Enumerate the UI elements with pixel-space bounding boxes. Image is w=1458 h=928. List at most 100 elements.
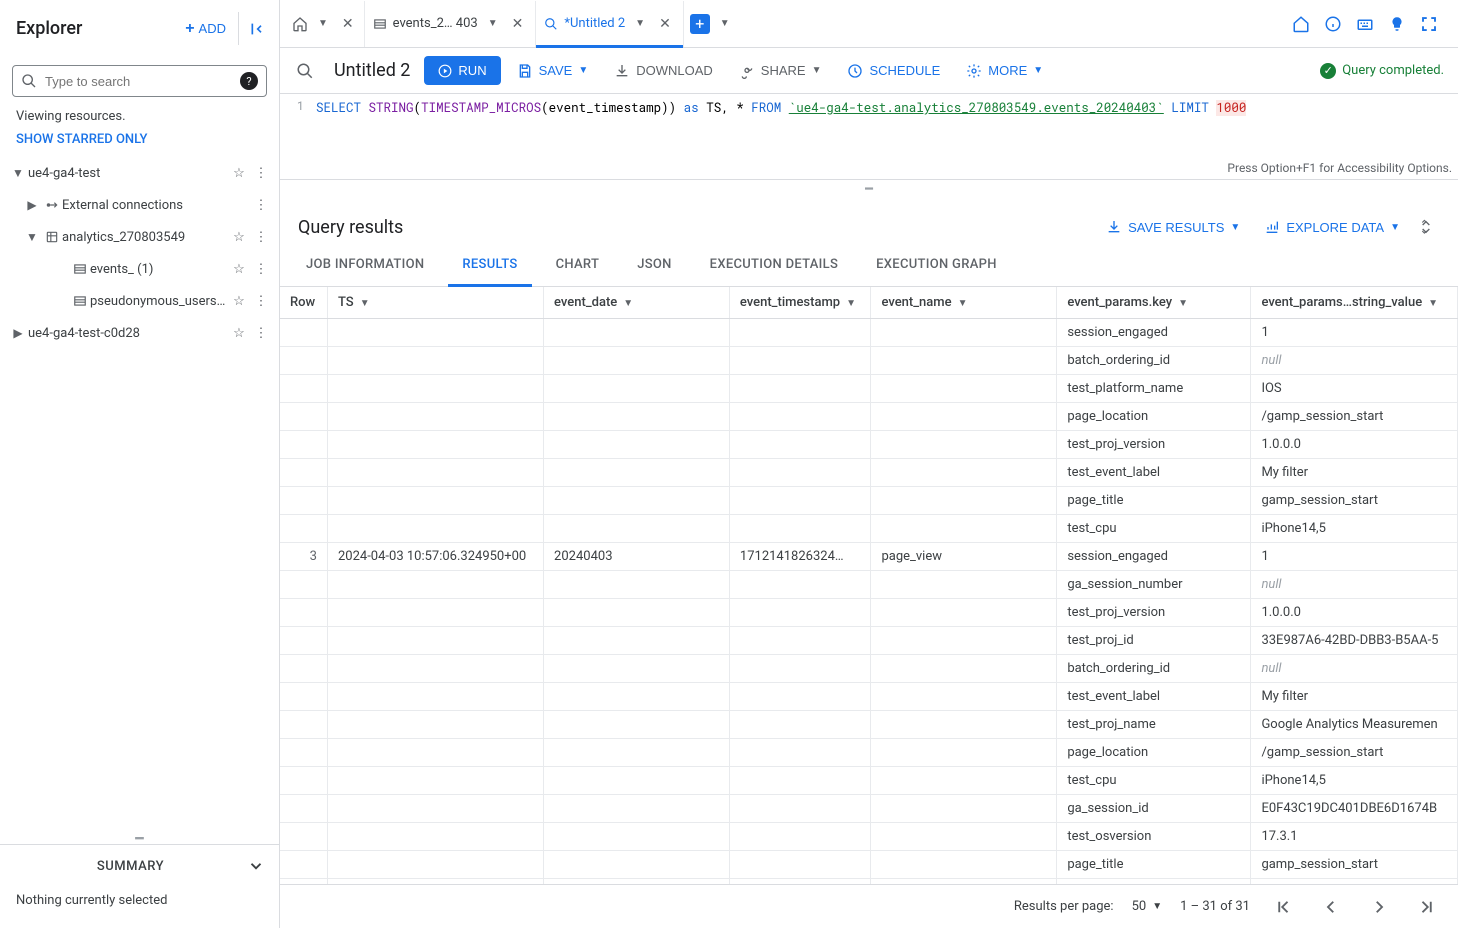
- cell[interactable]: [327, 627, 543, 655]
- cell[interactable]: 20240403: [544, 543, 730, 571]
- cell[interactable]: [544, 767, 730, 795]
- more-icon[interactable]: ⋮: [251, 198, 271, 213]
- cell[interactable]: [544, 571, 730, 599]
- cell[interactable]: [544, 655, 730, 683]
- cell[interactable]: null: [1251, 571, 1458, 599]
- add-tab-button[interactable]: +: [690, 14, 710, 34]
- table-row[interactable]: batch_ordering_idnull: [280, 347, 1458, 375]
- home-outline-icon[interactable]: [1292, 14, 1310, 34]
- tab-events[interactable]: events_2… 403 ▼ ✕: [365, 1, 537, 47]
- cell[interactable]: [544, 431, 730, 459]
- cell[interactable]: page_location: [1057, 739, 1251, 767]
- collapse-sidebar-icon[interactable]: [238, 12, 275, 45]
- tab-dropdown-icon[interactable]: ▼: [631, 18, 649, 29]
- cell[interactable]: [544, 823, 730, 851]
- tab-job-info[interactable]: JOB INFORMATION: [292, 245, 438, 286]
- cell[interactable]: test_proj_id: [1057, 627, 1251, 655]
- table-row[interactable]: session_engaged1: [280, 319, 1458, 347]
- cell[interactable]: test_proj_version: [1057, 599, 1251, 627]
- cell[interactable]: [280, 823, 327, 851]
- sort-icon[interactable]: ▼: [846, 298, 856, 309]
- download-button[interactable]: DOWNLOAD: [604, 57, 723, 85]
- cell[interactable]: [871, 851, 1057, 879]
- cell[interactable]: [280, 599, 327, 627]
- table-row[interactable]: test_proj_version1.0.0.0: [280, 431, 1458, 459]
- tab-json[interactable]: JSON: [623, 245, 685, 286]
- fullscreen-icon[interactable]: [1420, 14, 1438, 34]
- cell[interactable]: [544, 739, 730, 767]
- cell[interactable]: [327, 739, 543, 767]
- table-row[interactable]: test_event_labelMy filter: [280, 683, 1458, 711]
- close-icon[interactable]: ✕: [508, 12, 528, 36]
- cell[interactable]: [729, 823, 871, 851]
- table-row[interactable]: test_event_labelMy filter: [280, 459, 1458, 487]
- cell[interactable]: [871, 403, 1057, 431]
- cell[interactable]: page_view: [871, 543, 1057, 571]
- cell[interactable]: 1.0.0.0: [1251, 599, 1458, 627]
- more-icon[interactable]: ⋮: [251, 262, 271, 277]
- sql-editor[interactable]: 1 SELECT STRING(TIMESTAMP_MICROS(event_t…: [280, 94, 1458, 180]
- tab-results[interactable]: RESULTS: [448, 245, 531, 287]
- show-starred-link[interactable]: SHOW STARRED ONLY: [0, 128, 279, 157]
- cell[interactable]: page_title: [1057, 851, 1251, 879]
- expand-results-icon[interactable]: [1412, 213, 1440, 241]
- more-button[interactable]: MORE▼: [956, 57, 1053, 85]
- save-results-button[interactable]: SAVE RESULTS▼: [1094, 213, 1252, 241]
- cell[interactable]: [544, 459, 730, 487]
- col-params-key[interactable]: event_params.key▼: [1057, 287, 1251, 319]
- tree-external-connections[interactable]: ▶ External connections ⋮: [4, 189, 275, 221]
- editor-code[interactable]: SELECT STRING(TIMESTAMP_MICROS(event_tim…: [280, 94, 1458, 118]
- cell[interactable]: [544, 795, 730, 823]
- cell[interactable]: [729, 459, 871, 487]
- tab-execution-graph[interactable]: EXECUTION GRAPH: [862, 245, 1011, 286]
- table-row[interactable]: test_proj_id33E987A6-42BD-DBB3-B5AA-5: [280, 627, 1458, 655]
- table-row[interactable]: test_cpuiPhone14,5: [280, 767, 1458, 795]
- schedule-button[interactable]: SCHEDULE: [837, 57, 950, 85]
- cell[interactable]: test_cpu: [1057, 767, 1251, 795]
- table-row[interactable]: page_location/gamp_session_start: [280, 739, 1458, 767]
- sort-icon[interactable]: ▼: [360, 298, 370, 309]
- cell[interactable]: iPhone14,5: [1251, 767, 1458, 795]
- cell[interactable]: [871, 739, 1057, 767]
- editor-resize-handle[interactable]: ━: [280, 180, 1458, 199]
- cell[interactable]: 1712141826324…: [729, 543, 871, 571]
- cell[interactable]: [544, 487, 730, 515]
- tree-table-pseudo[interactable]: pseudonymous_users_ ... ☆⋮: [4, 285, 275, 317]
- first-page-icon[interactable]: [1268, 893, 1298, 921]
- cell[interactable]: [280, 711, 327, 739]
- cell[interactable]: IOS: [1251, 375, 1458, 403]
- star-icon[interactable]: ☆: [229, 294, 249, 309]
- cell[interactable]: 1: [1251, 319, 1458, 347]
- col-event-name[interactable]: event_name▼: [871, 287, 1057, 319]
- cell[interactable]: [280, 851, 327, 879]
- cell[interactable]: ga_session_id: [1057, 795, 1251, 823]
- more-icon[interactable]: ⋮: [251, 166, 271, 181]
- cell[interactable]: page_title: [1057, 487, 1251, 515]
- cell[interactable]: E0F43C19DC401DBE6D1674B: [1251, 795, 1458, 823]
- run-button[interactable]: RUN: [424, 56, 500, 85]
- cell[interactable]: session_engaged: [1057, 319, 1251, 347]
- cell[interactable]: [280, 683, 327, 711]
- cell[interactable]: [729, 599, 871, 627]
- cell[interactable]: [729, 431, 871, 459]
- sort-icon[interactable]: ▼: [623, 298, 633, 309]
- chevron-down-icon[interactable]: ▼: [22, 230, 42, 244]
- table-row[interactable]: test_proj_version1.0.0.0: [280, 599, 1458, 627]
- next-page-icon[interactable]: [1364, 893, 1394, 921]
- cell[interactable]: [280, 795, 327, 823]
- cell[interactable]: test_cpu: [1057, 515, 1251, 543]
- table-row[interactable]: ga_session_numbernull: [280, 571, 1458, 599]
- chevron-down-icon[interactable]: [247, 857, 265, 875]
- chevron-down-icon[interactable]: ▼: [8, 166, 28, 180]
- cell[interactable]: [327, 655, 543, 683]
- cell[interactable]: [871, 375, 1057, 403]
- cell[interactable]: 17.3.1: [1251, 823, 1458, 851]
- cell[interactable]: /gamp_session_start: [1251, 739, 1458, 767]
- cell[interactable]: [871, 431, 1057, 459]
- cell[interactable]: [280, 431, 327, 459]
- cell[interactable]: [729, 683, 871, 711]
- add-button[interactable]: +ADD: [177, 14, 234, 44]
- cell[interactable]: ga_session_number: [1057, 571, 1251, 599]
- col-ts[interactable]: TS▼: [327, 287, 543, 319]
- cell[interactable]: [871, 459, 1057, 487]
